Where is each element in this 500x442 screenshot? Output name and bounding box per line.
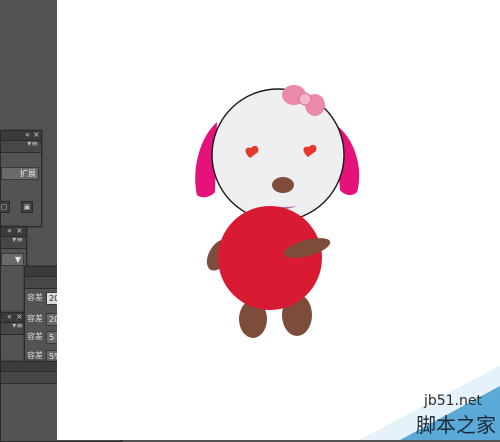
nose bbox=[272, 177, 294, 193]
panel-b: « × ▾≡ ▼ bbox=[0, 226, 27, 313]
panel-menu-icon[interactable]: ▾≡ bbox=[12, 321, 23, 330]
collapse-icon[interactable]: « bbox=[7, 225, 12, 237]
expand-button[interactable]: 扩展 bbox=[1, 167, 39, 180]
panel-b-tabrow: ▾≡ bbox=[1, 235, 26, 249]
panel-a-icon-left[interactable]: ▢ bbox=[0, 201, 10, 213]
collapse-icon[interactable]: « bbox=[7, 311, 12, 323]
panel-a: « × ▾≡ 扩展 ▢ ▣ bbox=[0, 130, 42, 227]
tolerance-label: 容差 bbox=[27, 293, 43, 302]
tolerance-row-label: 容差 bbox=[27, 351, 43, 360]
panel-menu-icon[interactable]: ▾≡ bbox=[27, 139, 38, 148]
watermark-line1: jb51.net bbox=[423, 393, 483, 409]
body bbox=[218, 206, 322, 310]
panel-a-tabrow: ▾≡ bbox=[1, 139, 41, 153]
bow-center bbox=[298, 92, 312, 106]
panel-a-icon-right[interactable]: ▣ bbox=[21, 201, 33, 213]
panel-c-tabrow: ▾≡ bbox=[1, 321, 26, 335]
watermark-line2: 脚本之家 bbox=[416, 413, 496, 437]
tolerance-row-label: 容差 bbox=[27, 314, 43, 323]
panel-c: « × ▾≡ bbox=[0, 312, 27, 364]
watermark: jb51.net 脚本之家 bbox=[360, 366, 500, 440]
panel-b-dropdown[interactable]: ▼ bbox=[1, 253, 24, 266]
tolerance-row-label: 容差 bbox=[27, 332, 43, 341]
panel-menu-icon[interactable]: ▾≡ bbox=[12, 235, 23, 244]
